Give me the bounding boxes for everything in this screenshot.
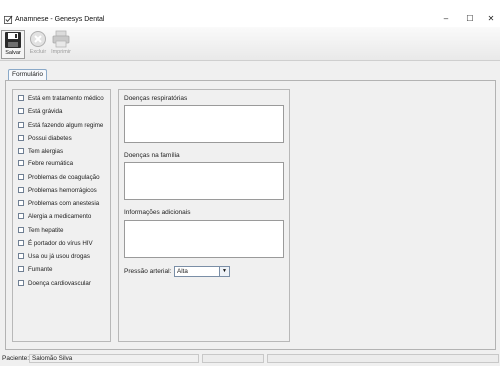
print-label: Imprimir [51, 49, 71, 55]
condition-label: Tem hepatite [28, 226, 64, 234]
condition-label: Está fazendo algum regime [28, 121, 104, 129]
checkbox[interactable] [18, 160, 24, 166]
condition-item[interactable]: Doença cardiovascular [18, 278, 91, 288]
condition-label: Fumante [28, 265, 53, 273]
close-button[interactable]: ✕ [484, 13, 498, 25]
delete-label: Excluir [29, 49, 47, 55]
condition-label: Tem alergias [28, 147, 64, 155]
condition-label: Está em tratamento médico [28, 94, 104, 102]
checkbox[interactable] [18, 200, 24, 206]
checkbox[interactable] [18, 253, 24, 259]
checkbox[interactable] [18, 135, 24, 141]
additional-label: Informações adicionais [124, 209, 191, 216]
additional-textarea[interactable] [124, 220, 284, 258]
checkbox[interactable] [18, 227, 24, 233]
condition-item[interactable]: Problemas com anestesia [18, 198, 99, 208]
status-bar: Paciente: Salomão Silva [0, 354, 500, 364]
save-button[interactable]: Salvar [1, 30, 25, 59]
checkbox[interactable] [18, 280, 24, 286]
condition-label: Febre reumática [28, 159, 74, 167]
toolbar: Salvar Excluir Imprimir [0, 27, 500, 61]
patient-label: Paciente: [2, 355, 30, 362]
condition-item[interactable]: Tem hepatite [18, 225, 63, 235]
condition-label: É portador do vírus HIV [28, 239, 93, 247]
checkbox[interactable] [18, 240, 24, 246]
condition-item[interactable]: Febre reumática [18, 158, 73, 168]
checkbox[interactable] [18, 122, 24, 128]
chevron-down-icon[interactable]: ▼ [219, 267, 229, 276]
checkbox[interactable] [18, 266, 24, 272]
pressure-select[interactable]: Alta ▼ [174, 266, 230, 277]
condition-label: Está grávida [28, 107, 63, 115]
title-bar: Anamnese - Genesys Dental – ☐ ✕ [0, 0, 500, 27]
condition-item[interactable]: Está em tratamento médico [18, 93, 104, 103]
pressure-label: Pressão arterial: [124, 268, 172, 275]
condition-item[interactable]: Alergia a medicamento [18, 211, 91, 221]
condition-label: Problemas de coagulação [28, 173, 100, 181]
respiratory-textarea[interactable] [124, 105, 284, 143]
tab-formulario[interactable]: Formulário [8, 69, 47, 80]
delete-x-icon [30, 31, 46, 47]
print-button[interactable]: Imprimir [49, 30, 73, 59]
checkbox[interactable] [18, 174, 24, 180]
condition-label: Usa ou já usou drogas [28, 252, 90, 260]
window-bottom [0, 366, 500, 386]
respiratory-label: Doenças respiratórias [124, 95, 188, 102]
condition-item[interactable]: Está fazendo algum regime [18, 120, 103, 130]
checkbox[interactable] [18, 187, 24, 193]
condition-item[interactable]: Possui diabetes [18, 133, 72, 143]
floppy-disk-icon [5, 32, 21, 48]
condition-item[interactable]: Usa ou já usou drogas [18, 251, 90, 261]
printer-icon [52, 30, 70, 48]
window-title: Anamnese - Genesys Dental [15, 16, 105, 23]
condition-label: Alergia a medicamento [28, 212, 92, 220]
condition-label: Possui diabetes [28, 134, 72, 142]
maximize-button[interactable]: ☐ [463, 13, 477, 25]
condition-label: Problemas hemorrágicos [28, 186, 97, 194]
delete-button[interactable]: Excluir [26, 30, 50, 59]
condition-item[interactable]: Tem alergias [18, 146, 63, 156]
condition-item[interactable]: Problemas hemorrágicos [18, 185, 97, 195]
checkbox[interactable] [18, 108, 24, 114]
status-segment [267, 354, 499, 363]
condition-item[interactable]: Problemas de coagulação [18, 172, 100, 182]
condition-item[interactable]: Está grávida [18, 106, 62, 116]
condition-item[interactable]: É portador do vírus HIV [18, 238, 93, 248]
save-label: Salvar [5, 50, 21, 56]
pressure-value: Alta [177, 268, 188, 275]
condition-label: Doença cardiovascular [28, 279, 91, 287]
condition-item[interactable]: Fumante [18, 264, 52, 274]
family-textarea[interactable] [124, 162, 284, 200]
minimize-button[interactable]: – [439, 13, 453, 25]
checkbox[interactable] [18, 95, 24, 101]
checkbox[interactable] [18, 213, 24, 219]
condition-label: Problemas com anestesia [28, 199, 100, 207]
status-segment [202, 354, 264, 363]
family-label: Doenças na família [124, 152, 180, 159]
patient-name: Salomão Silva [29, 354, 199, 363]
checkbox[interactable] [18, 148, 24, 154]
checklist-icon [4, 15, 13, 24]
